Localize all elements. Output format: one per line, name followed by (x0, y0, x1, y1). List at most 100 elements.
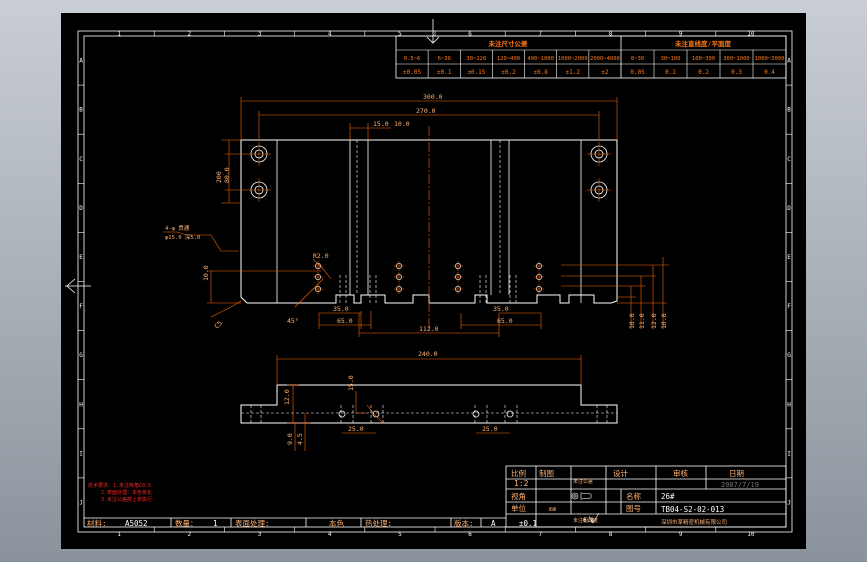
label-name: 名称 (626, 491, 641, 501)
projection-symbol-icon (571, 492, 592, 500)
label-material: 材料: (87, 518, 107, 528)
flatness-range-cell: 100~300 (692, 56, 715, 62)
flatness-value-cell: 0.3 (731, 69, 742, 76)
cad-drawing: 1 1 2 2 3 3 4 4 5 5 6 6 7 7 8 8 9 9 10 10 A A B B C C D D E E F F G G H H I I… (65, 19, 793, 538)
dim-35-right: 35.0 (493, 305, 509, 313)
flatness-range-cell: 300~1000 (723, 56, 750, 62)
tolerance-range-cell: 1000~2000 (558, 56, 588, 62)
zone-col-label: 2 (187, 531, 191, 538)
side-view-dimensions (276, 355, 582, 451)
tolerance-value-cell: ±0.2 (501, 69, 516, 76)
value-date: 2007/7/19 (721, 481, 759, 489)
zone-col-label: 8 (609, 31, 613, 38)
dim-15: 15.0 (373, 120, 389, 128)
dim-300: 300.0 (423, 93, 443, 101)
tolerance-range-cell: 400~1000 (527, 56, 554, 62)
main-view: 300.0 270.0 15.0 10.0 200 80.0 4-φ 贯通 φ1… (163, 93, 669, 337)
flatness-range-cell: 30~100 (661, 56, 681, 62)
dim-270: 270.0 (416, 107, 436, 115)
zone-col-label: 1 (117, 531, 121, 538)
zone-row-label: E (79, 254, 83, 261)
note-line-2: 2.表面处理：本色氧化 (101, 489, 152, 496)
dim-15-side: 15.0 (347, 375, 355, 391)
dim-65-left: 65.0 (337, 317, 353, 325)
zone-row-label: F (79, 303, 83, 310)
zone-row-label: D (79, 205, 83, 212)
main-view-dim-text: 300.0 270.0 15.0 10.0 200 80.0 4-φ 贯通 φ1… (165, 93, 668, 333)
dim-240: 240.0 (418, 350, 438, 358)
zone-col-label: 3 (258, 31, 262, 38)
flatness-value-cell: 0.4 (764, 69, 775, 76)
zone-row-label: I (787, 450, 791, 457)
dim-10-right-2: 10.0 (660, 313, 668, 329)
tolerance-value-cell: ±0.8 (533, 69, 548, 76)
label-heat: 热处理: (365, 518, 392, 528)
zone-row-label: A (787, 58, 791, 65)
plan-hidden-lines (339, 140, 517, 303)
zone-col-label: 2 (187, 31, 191, 38)
label-date: 日期 (729, 469, 744, 478)
zone-row-label: C (787, 156, 791, 163)
tolerance-value-cell: ±0.1 (437, 69, 452, 76)
zone-row-label: H (79, 401, 83, 408)
zone-row-label: G (79, 352, 83, 359)
tolerance-range-cell: 0.5~6 (404, 56, 421, 62)
label-quantity: 数量： (175, 518, 198, 528)
drawing-sheet: 1 1 2 2 3 3 4 4 5 5 6 6 7 7 8 8 9 9 10 10 A A B B C C D D E E F F G G H H I I… (61, 13, 806, 549)
zone-row-label: C (79, 156, 83, 163)
note-line-1: 技术要求：1.未注倒角C0.5 (88, 482, 151, 489)
label-unit: 单位 (511, 503, 526, 513)
dim-25-right: 25.0 (482, 425, 498, 433)
label-tolerance: 未注公差 (573, 478, 593, 485)
label-draw: 制图 (539, 468, 554, 478)
zone-col-label: 4 (328, 531, 332, 538)
zone-col-label: 5 (398, 531, 402, 538)
zone-row-label: B (79, 107, 83, 114)
value-revision: A (491, 519, 496, 528)
tolerance-table: 未注尺寸公差 未注直线度/平面度 0.5~6 6~30 30~120 120~400 4… (395, 35, 787, 79)
flatness-range-cell: 1000~3000 (755, 56, 785, 62)
value-material: A5052 (125, 519, 148, 528)
zone-row-label: I (79, 450, 83, 457)
side-view-dim-text: 240.0 12.0 9.0 4.5 15.0 25.0 25.0 (283, 350, 498, 445)
zone-col-label: 7 (538, 531, 542, 538)
company-name: 深圳市某精密机械有限公司 (661, 518, 727, 526)
tolerance-range-cell: 2000~4000 (590, 56, 620, 62)
dim-r2: R2.0 (313, 252, 329, 260)
zone-row-label: J (79, 499, 83, 506)
zone-row-label: B (787, 107, 791, 114)
zone-col-label: 8 (609, 531, 613, 538)
label-view: 视角 (511, 491, 526, 501)
dim-35-left: 35.0 (333, 305, 349, 313)
zone-row-label: J (787, 499, 791, 506)
part-outline-side (240, 384, 618, 424)
value-finish: 本色 (329, 518, 344, 528)
zone-col-label: 9 (679, 531, 683, 538)
value-name: 26# (661, 492, 675, 501)
dim-112: 112.0 (419, 325, 439, 333)
flatness-value-cell: 0.2 (698, 69, 709, 76)
dim-25-left: 25.0 (348, 425, 364, 433)
dim-11-right: 11.0 (638, 313, 646, 329)
dim-12-right: 12.0 (650, 313, 658, 329)
zone-col-label: 6 (468, 531, 472, 538)
zone-col-label: 7 (538, 31, 542, 38)
dim-65-right: 65.0 (497, 317, 513, 325)
dim-80: 80.0 (223, 167, 231, 183)
zone-col-label: 6 (468, 31, 472, 38)
value-roughness: 6.3 (583, 517, 594, 524)
hole-note-1: 4-φ 贯通 (165, 224, 190, 232)
value-quantity: 1 (213, 519, 218, 528)
side-view: 240.0 12.0 9.0 4.5 15.0 25.0 25.0 (240, 350, 618, 451)
flatness-value-cell: 0.1 (665, 69, 676, 76)
value-unit: mm (549, 506, 557, 513)
dim-200: 200 (215, 171, 223, 183)
zone-col-label: 10 (747, 31, 755, 38)
zone-col-label: 4 (328, 31, 332, 38)
value-scale: 1:2 (514, 479, 529, 488)
tolerance-linear-title: 未注尺寸公差 (489, 39, 529, 48)
flatness-value-cell: 0.05 (630, 69, 645, 76)
tolerance-value-cell: ±0.05 (403, 69, 421, 76)
zone-col-label: 1 (117, 31, 121, 38)
main-view-dimensions (163, 97, 669, 337)
